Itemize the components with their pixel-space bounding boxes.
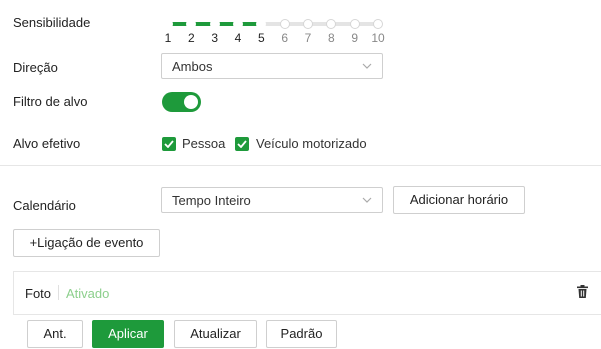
slider-tick-label: 2 — [187, 31, 195, 45]
direction-value: Ambos — [172, 59, 213, 74]
slider-dot[interactable] — [279, 19, 290, 29]
calendar-select[interactable]: Tempo Inteiro — [161, 187, 383, 213]
slider-tick-label: 4 — [234, 31, 242, 45]
person-label: Pessoa — [182, 136, 226, 151]
slider-dot[interactable] — [209, 19, 220, 29]
apply-button[interactable]: Aplicar — [92, 320, 164, 348]
effective-target-label: Alvo efetivo — [13, 136, 81, 151]
check-icon — [237, 140, 247, 148]
section-divider — [0, 165, 601, 166]
vehicle-label: Veículo motorizado — [256, 136, 367, 151]
refresh-button[interactable]: Atualizar — [174, 320, 257, 348]
default-button[interactable]: Padrão — [266, 320, 337, 348]
vehicle-checkbox[interactable] — [235, 137, 249, 151]
slider-tick-label: 6 — [281, 31, 288, 45]
slider-tick-label: 8 — [327, 31, 335, 45]
slider-dot[interactable] — [163, 19, 173, 29]
person-checkbox[interactable] — [162, 137, 176, 151]
photo-name: Foto — [25, 286, 52, 301]
separator — [58, 285, 59, 300]
trash-icon[interactable] — [577, 285, 588, 298]
slider-dot[interactable] — [326, 19, 337, 29]
photo-action-row: Foto Ativado — [13, 271, 601, 315]
direction-label: Direção — [13, 60, 58, 75]
slider-dot[interactable] — [256, 19, 267, 29]
slider-tick-label: 1 — [164, 31, 172, 45]
slider-tick-label: 9 — [351, 31, 358, 45]
target-filter-label: Filtro de alvo — [13, 94, 88, 109]
sensitivity-slider[interactable]: 1 2 3 4 5 6 7 8 9 10 — [163, 12, 385, 52]
slider-dot[interactable] — [233, 19, 243, 29]
check-icon — [164, 140, 174, 148]
calendar-label: Calendário — [13, 198, 76, 213]
slider-tick-label: 10 — [371, 31, 385, 45]
slider-tick-label: 5 — [257, 31, 265, 45]
toggle-knob — [184, 95, 198, 109]
add-schedule-button[interactable]: Adicionar horário — [393, 186, 525, 214]
slider-dot[interactable] — [303, 19, 313, 29]
chevron-down-icon — [362, 197, 372, 203]
slider-dot[interactable] — [349, 19, 360, 29]
sensitivity-label: Sensibilidade — [13, 15, 91, 30]
slider-dot[interactable] — [186, 19, 197, 29]
direction-select[interactable]: Ambos — [161, 53, 383, 79]
target-filter-toggle[interactable] — [162, 92, 201, 112]
event-link-button[interactable]: +Ligação de evento — [13, 229, 160, 257]
slider-dot[interactable] — [373, 19, 383, 29]
slider-tick-label: 7 — [304, 31, 312, 45]
slider-tick-label: 3 — [211, 31, 218, 45]
calendar-value: Tempo Inteiro — [172, 193, 251, 208]
chevron-down-icon — [362, 63, 372, 69]
previous-button[interactable]: Ant. — [27, 320, 83, 348]
photo-status: Ativado — [66, 286, 110, 301]
